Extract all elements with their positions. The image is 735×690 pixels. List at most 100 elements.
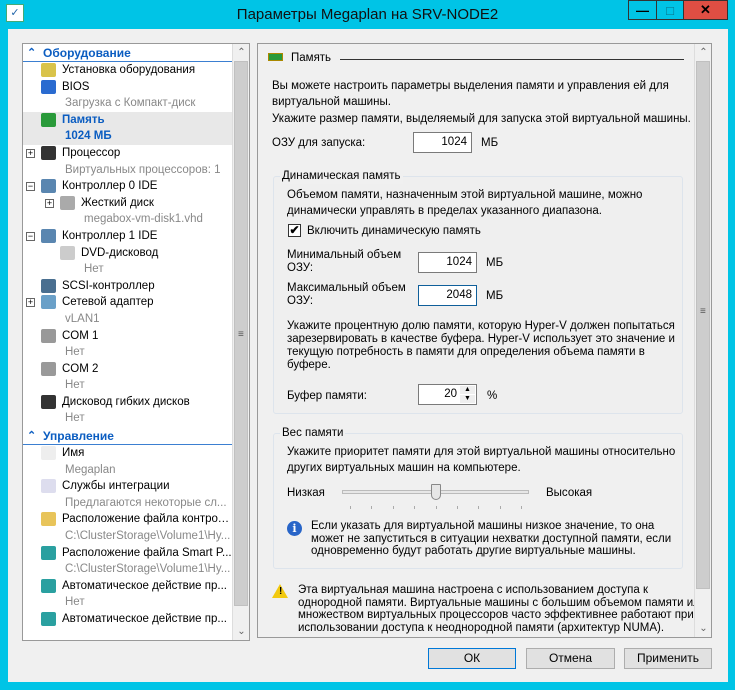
weight-info-text: Если указать для виртуальной машины низк… — [311, 520, 672, 557]
scrollbar-thumb[interactable]: ≡ — [696, 61, 710, 589]
tree-item[interactable]: Дисковод гибких дисков Нет — [23, 394, 232, 427]
min-ram-input[interactable]: 1024 — [418, 252, 477, 273]
collapse-icon[interactable]: − — [26, 231, 35, 241]
memory-icon — [41, 112, 56, 127]
enable-dynamic-checkbox[interactable]: ✔ — [288, 224, 301, 237]
spin-down-icon[interactable]: ▼ — [460, 395, 475, 403]
name-icon — [41, 446, 56, 461]
tree-item-title: Контроллер 0 IDE — [62, 180, 158, 193]
section-label: Оборудование — [43, 46, 131, 60]
minimize-button[interactable]: — — [628, 0, 657, 20]
buffer-value: 20 — [444, 388, 457, 400]
tree-item-subtitle: Виртуальных процессоров: 1 — [65, 163, 221, 176]
tree-item[interactable]: Автоматическое действие пр... — [23, 611, 232, 640]
smart-paging-icon — [41, 545, 56, 560]
add-hardware-icon — [41, 63, 56, 77]
tree-item-title: Жесткий диск — [81, 196, 154, 209]
scrollbar-thumb[interactable]: ≡ — [234, 61, 248, 606]
tree-item[interactable]: COM 2 Нет — [23, 361, 232, 394]
tree-item[interactable]: Расположение файла Smart P... C:\ClusterS… — [23, 545, 232, 578]
expand-icon[interactable]: + — [26, 148, 35, 158]
tree-item[interactable]: Службы интеграции Предлагаются некоторые … — [23, 478, 232, 511]
tree-item-title: BIOS — [62, 80, 90, 93]
memory-weight-group: Вес памяти Укажите приоритет памяти для … — [273, 425, 683, 569]
slider-tick — [371, 506, 373, 509]
tree-item[interactable]: Память 1024 МБ — [23, 111, 232, 145]
max-ram-label: Максимальный объем ОЗУ: — [287, 282, 406, 307]
slider-tick — [521, 506, 522, 509]
tree-item[interactable]: Расположение файла контрол... C:\ClusterS… — [23, 511, 232, 544]
tree-item-subtitle: Megaplan — [65, 463, 116, 476]
collapse-icon[interactable]: ⌃ — [27, 44, 36, 62]
tree-item[interactable]: + Сетевой адаптер vLAN1 — [23, 294, 232, 327]
slider-tick — [499, 506, 501, 509]
expand-icon[interactable]: + — [26, 298, 35, 308]
settings-tree: ⌃ Оборудование Установка оборудования BIOS З… — [22, 43, 250, 641]
tree-item-subtitle: vLAN1 — [65, 312, 100, 325]
tree-item-subtitle: Нет — [65, 346, 85, 359]
maximize-button[interactable]: □ — [656, 0, 684, 20]
tree-item-subtitle: 1024 МБ — [65, 130, 112, 143]
spin-up-icon[interactable]: ▲ — [460, 386, 475, 394]
tree-item[interactable]: − Контроллер 0 IDE — [23, 178, 232, 195]
tree-item-subtitle: C:\ClusterStorage\Volume1\Hy... — [65, 563, 231, 576]
tree-item[interactable]: BIOS Загрузка с Компакт-диск — [23, 79, 232, 112]
enable-dynamic-label: Включить динамическую память — [307, 225, 481, 237]
tree-item[interactable]: − Контроллер 1 IDE — [23, 228, 232, 245]
startup-ram-label: ОЗУ для запуска: — [272, 137, 366, 149]
slider-tick — [414, 506, 416, 509]
tree-item-title: Установка оборудования — [62, 64, 196, 76]
section-header[interactable]: ⌃ Управление — [23, 427, 232, 446]
collapse-icon[interactable]: − — [26, 182, 35, 192]
memory-weight-slider[interactable] — [342, 484, 529, 512]
network-adapter-icon — [41, 295, 56, 310]
tree-scrollbar[interactable]: ⌃ ≡ ⌄ — [232, 44, 249, 640]
buffer-desc: Укажите процентную долю памяти, которую … — [287, 320, 675, 371]
scroll-down-icon[interactable]: ⌄ — [233, 623, 249, 640]
tree-item-title: Автоматическое действие пр... — [62, 579, 227, 592]
collapse-icon[interactable]: ⌃ — [27, 427, 36, 445]
tree-item[interactable]: SCSI-контроллер — [23, 278, 232, 295]
ok-button[interactable]: ОК — [428, 648, 516, 669]
apply-button[interactable]: Применить — [624, 648, 712, 669]
tree-item-subtitle: Нет — [65, 596, 85, 609]
tree-item[interactable]: COM 1 Нет — [23, 328, 232, 361]
tree-item[interactable]: Автоматическое действие пр... Нет — [23, 578, 232, 611]
slider-tick — [456, 506, 458, 509]
slider-thumb[interactable] — [430, 484, 441, 500]
max-ram-input[interactable]: 2048 — [418, 285, 477, 306]
tree-item[interactable]: + Процессор Виртуальных процессоров: 1 — [23, 145, 232, 178]
scroll-down-icon[interactable]: ⌄ — [695, 620, 711, 637]
memory-weight-caption: Вес памяти — [280, 425, 346, 441]
tree-item[interactable]: + Жесткий диск megabox-vm-disk1.vhd — [23, 195, 232, 228]
tree-item-title: COM 2 — [62, 362, 99, 375]
memory-settings-panel: Память Вы можете настроить параметры выд… — [257, 43, 712, 638]
min-ram-label: Минимальный объем ОЗУ: — [287, 249, 402, 274]
expand-icon[interactable]: + — [45, 198, 54, 208]
tree-item[interactable]: DVD-дисковод Нет — [23, 245, 232, 278]
scroll-up-icon[interactable]: ⌃ — [233, 44, 249, 61]
memory-icon — [268, 53, 283, 61]
startup-ram-input[interactable]: 1024 — [413, 132, 472, 153]
cancel-button[interactable]: Отмена — [526, 648, 615, 669]
close-button[interactable]: ✕ — [683, 0, 728, 20]
tree-item[interactable]: Установка оборудования — [23, 62, 232, 79]
scroll-up-icon[interactable]: ⌃ — [695, 44, 711, 61]
panel-scrollbar[interactable]: ⌃ ≡ ⌄ — [694, 44, 711, 637]
tree-item-title: SCSI-контроллер — [62, 279, 155, 292]
dynamic-memory-caption: Динамическая память — [280, 168, 403, 184]
weight-low-label: Низкая — [287, 487, 325, 499]
settings-tree-list: ⌃ Оборудование Установка оборудования BIOS З… — [23, 44, 232, 640]
title-bar: ✓ Параметры Megaplan на SRV-NODE2 — □ ✕ — [0, 0, 735, 29]
tree-item-title: Память — [62, 113, 105, 126]
buffer-spinner[interactable]: 20 ▲ ▼ — [418, 384, 477, 405]
tree-item[interactable]: Имя Megaplan — [23, 445, 232, 478]
section-header[interactable]: ⌃ Оборудование — [23, 44, 232, 62]
ide-controller-icon — [41, 228, 56, 243]
checkpoint-folder-icon — [41, 512, 56, 527]
min-ram-unit: МБ — [486, 257, 504, 269]
dynamic-memory-group: Динамическая память Объемом памяти, назн… — [273, 168, 683, 414]
tree-item-title: Имя — [62, 447, 85, 460]
com-port-icon — [41, 328, 56, 343]
slider-tick — [392, 506, 394, 509]
